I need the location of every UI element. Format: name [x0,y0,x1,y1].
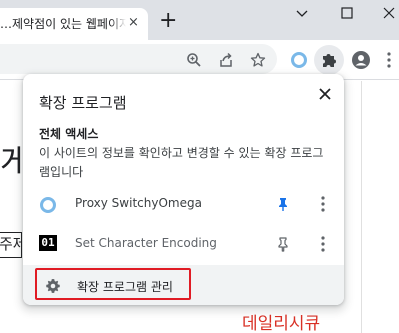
pin-filled-icon[interactable] [275,196,291,212]
extension-row-proxy-switchyomega[interactable]: Proxy SwitchyOmega [23,184,344,224]
set-character-encoding-icon: 01 [39,235,57,251]
address-bar[interactable] [0,44,277,74]
manage-extensions-label: 확장 프로그램 관리 [77,280,173,294]
puzzle-piece-icon [323,54,336,67]
profile-avatar-icon[interactable] [352,51,370,69]
more-options-icon[interactable] [315,235,331,253]
page-select-field[interactable]: 주제 [0,232,22,258]
new-tab-button[interactable]: + [159,10,177,32]
bookmark-star-icon[interactable] [250,52,266,68]
extension-row-set-character-encoding[interactable]: 01 Set Character Encoding [23,224,344,264]
active-tab[interactable]: …제약점이 있는 웹페이지 × [0,8,148,40]
extensions-button[interactable] [314,45,344,75]
full-access-heading: 전체 액세스 [39,127,99,141]
tab-title: …제약점이 있는 웹페이지 [0,15,126,32]
extension-name: Set Character Encoding [75,236,217,250]
extensions-menu-title: 확장 프로그램 [39,94,127,112]
manage-extensions-row: 확장 프로그램 관리 [23,265,344,305]
extension-name: Proxy SwitchyOmega [75,196,202,210]
maximize-icon[interactable] [332,2,362,24]
chevron-down-icon[interactable] [287,2,317,24]
full-access-description: 이 사이트의 정보를 확인하고 변경할 수 있는 확장 프로그램입니다 [39,146,324,179]
tab-strip: …제약점이 있는 웹페이지 × + [0,0,399,40]
manage-extensions-button[interactable]: 확장 프로그램 관리 [35,268,191,300]
share-icon[interactable] [218,52,234,68]
pin-outline-icon[interactable] [275,236,291,252]
close-icon[interactable] [315,84,335,104]
window-close-icon[interactable] [374,2,399,24]
browser-menu-icon[interactable] [386,51,392,69]
more-options-icon[interactable] [315,195,331,213]
proxy-switchyomega-toolbar-icon[interactable] [290,51,308,69]
extensions-menu: 확장 프로그램 전체 액세스 이 사이트의 정보를 확인하고 변경할 수 있는 … [23,74,344,305]
page-site-name[interactable]: 데일리시큐 [242,309,320,333]
gear-icon [46,279,60,293]
proxy-switchyomega-icon [40,197,56,213]
zoom-icon[interactable] [186,52,202,68]
tab-close-icon[interactable]: × [128,15,139,31]
page-divider [361,81,362,333]
